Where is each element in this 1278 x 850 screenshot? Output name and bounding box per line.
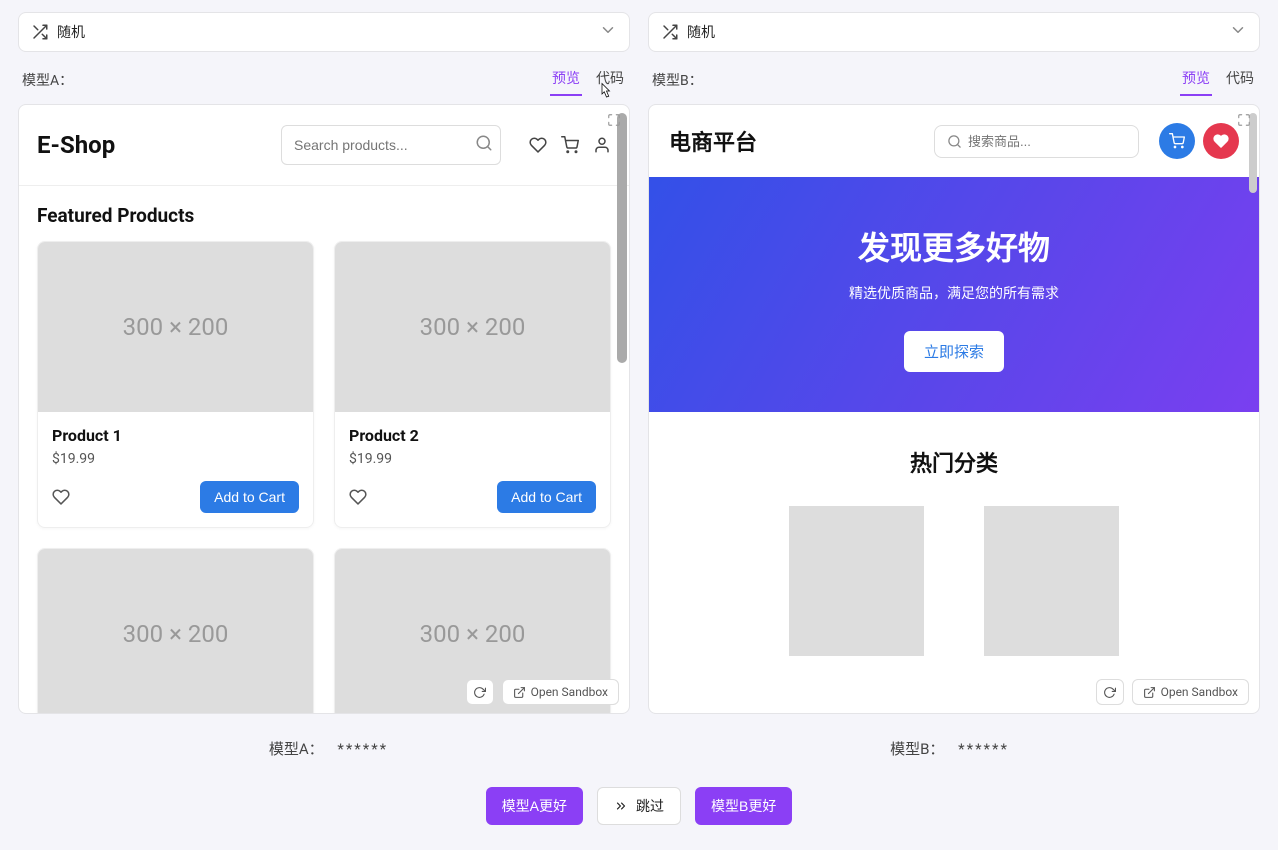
search-icon <box>475 134 493 156</box>
category-card[interactable] <box>984 506 1119 656</box>
tab-preview-a[interactable]: 预览 <box>550 64 582 96</box>
chevron-down-icon <box>1229 21 1247 43</box>
shuffle-icon <box>661 23 679 41</box>
tab-preview-b[interactable]: 预览 <box>1180 64 1212 96</box>
search-field[interactable] <box>968 134 1144 149</box>
product-card[interactable]: 300 × 200 Product 2 $19.99 Add to Cart <box>334 241 611 528</box>
selector-label: 随机 <box>57 22 599 42</box>
hero-title: 发现更多好物 <box>669 223 1239 269</box>
vote-a-better-button[interactable]: 模型A更好 <box>486 787 583 825</box>
hero-cta-button[interactable]: 立即探索 <box>904 331 1004 372</box>
product-image-placeholder: 300 × 200 <box>335 242 610 412</box>
hero-banner: 发现更多好物 精选优质商品，满足您的所有需求 立即探索 <box>649 177 1259 412</box>
search-input[interactable] <box>281 125 501 165</box>
footer-model-a: 模型A： ****** <box>18 738 639 759</box>
expand-icon[interactable] <box>1237 113 1251 131</box>
section-title: Featured Products <box>37 204 611 227</box>
vote-skip-button[interactable]: 跳过 <box>597 787 681 825</box>
external-icon <box>1143 686 1156 699</box>
categories-title: 热门分类 <box>669 446 1239 478</box>
tab-code-b[interactable]: 代码 <box>1224 64 1256 96</box>
product-price: $19.99 <box>349 451 596 467</box>
expand-icon[interactable] <box>607 113 621 131</box>
search-field[interactable] <box>294 137 475 153</box>
wishlist-toggle[interactable] <box>349 488 367 506</box>
product-name: Product 1 <box>52 426 299 445</box>
hero-subtitle: 精选优质商品，满足您的所有需求 <box>669 283 1239 303</box>
user-icon[interactable] <box>593 136 611 154</box>
skip-label: 跳过 <box>636 796 664 816</box>
external-icon <box>513 686 526 699</box>
shop-logo: E-Shop <box>37 131 115 159</box>
preview-panel-a: E-Shop Featured Products 300 × 200 <box>18 104 630 714</box>
selector-label: 随机 <box>687 22 1229 42</box>
model-b-label: 模型B： <box>652 70 1180 90</box>
model-selector-a[interactable]: 随机 <box>18 12 630 52</box>
product-image-placeholder: 300 × 200 <box>38 242 313 412</box>
wishlist-toggle[interactable] <box>52 488 70 506</box>
refresh-button[interactable] <box>1096 679 1124 705</box>
shop-logo: 电商平台 <box>669 125 757 157</box>
wishlist-button[interactable] <box>1203 123 1239 159</box>
open-sandbox-label: Open Sandbox <box>531 685 608 699</box>
wishlist-icon[interactable] <box>529 136 547 154</box>
model-a-label: 模型A： <box>22 70 550 90</box>
tab-code-a[interactable]: 代码 <box>594 64 626 96</box>
product-card[interactable]: 300 × 200 <box>37 548 314 713</box>
cart-icon[interactable] <box>561 136 579 154</box>
product-price: $19.99 <box>52 451 299 467</box>
product-card[interactable]: 300 × 200 Product 1 $19.99 Add to Cart <box>37 241 314 528</box>
open-sandbox-button[interactable]: Open Sandbox <box>1132 679 1249 705</box>
add-to-cart-button[interactable]: Add to Cart <box>200 481 299 513</box>
skip-icon <box>614 799 628 813</box>
search-icon <box>947 134 962 149</box>
open-sandbox-button[interactable]: Open Sandbox <box>502 679 619 705</box>
vote-b-better-button[interactable]: 模型B更好 <box>695 787 792 825</box>
product-image-placeholder: 300 × 200 <box>38 549 313 713</box>
scrollbar[interactable] <box>617 113 627 363</box>
cart-button[interactable] <box>1159 123 1195 159</box>
chevron-down-icon <box>599 21 617 43</box>
footer-model-b: 模型B： ****** <box>639 738 1260 759</box>
preview-panel-b: 电商平台 发现更多好物 精选优质商品，满足您的所有需求 立即探索 热门分类 <box>648 104 1260 714</box>
search-input[interactable] <box>934 125 1139 158</box>
model-selector-b[interactable]: 随机 <box>648 12 1260 52</box>
category-card[interactable] <box>789 506 924 656</box>
shuffle-icon <box>31 23 49 41</box>
add-to-cart-button[interactable]: Add to Cart <box>497 481 596 513</box>
product-name: Product 2 <box>349 426 596 445</box>
open-sandbox-label: Open Sandbox <box>1161 685 1238 699</box>
refresh-button[interactable] <box>466 679 494 705</box>
